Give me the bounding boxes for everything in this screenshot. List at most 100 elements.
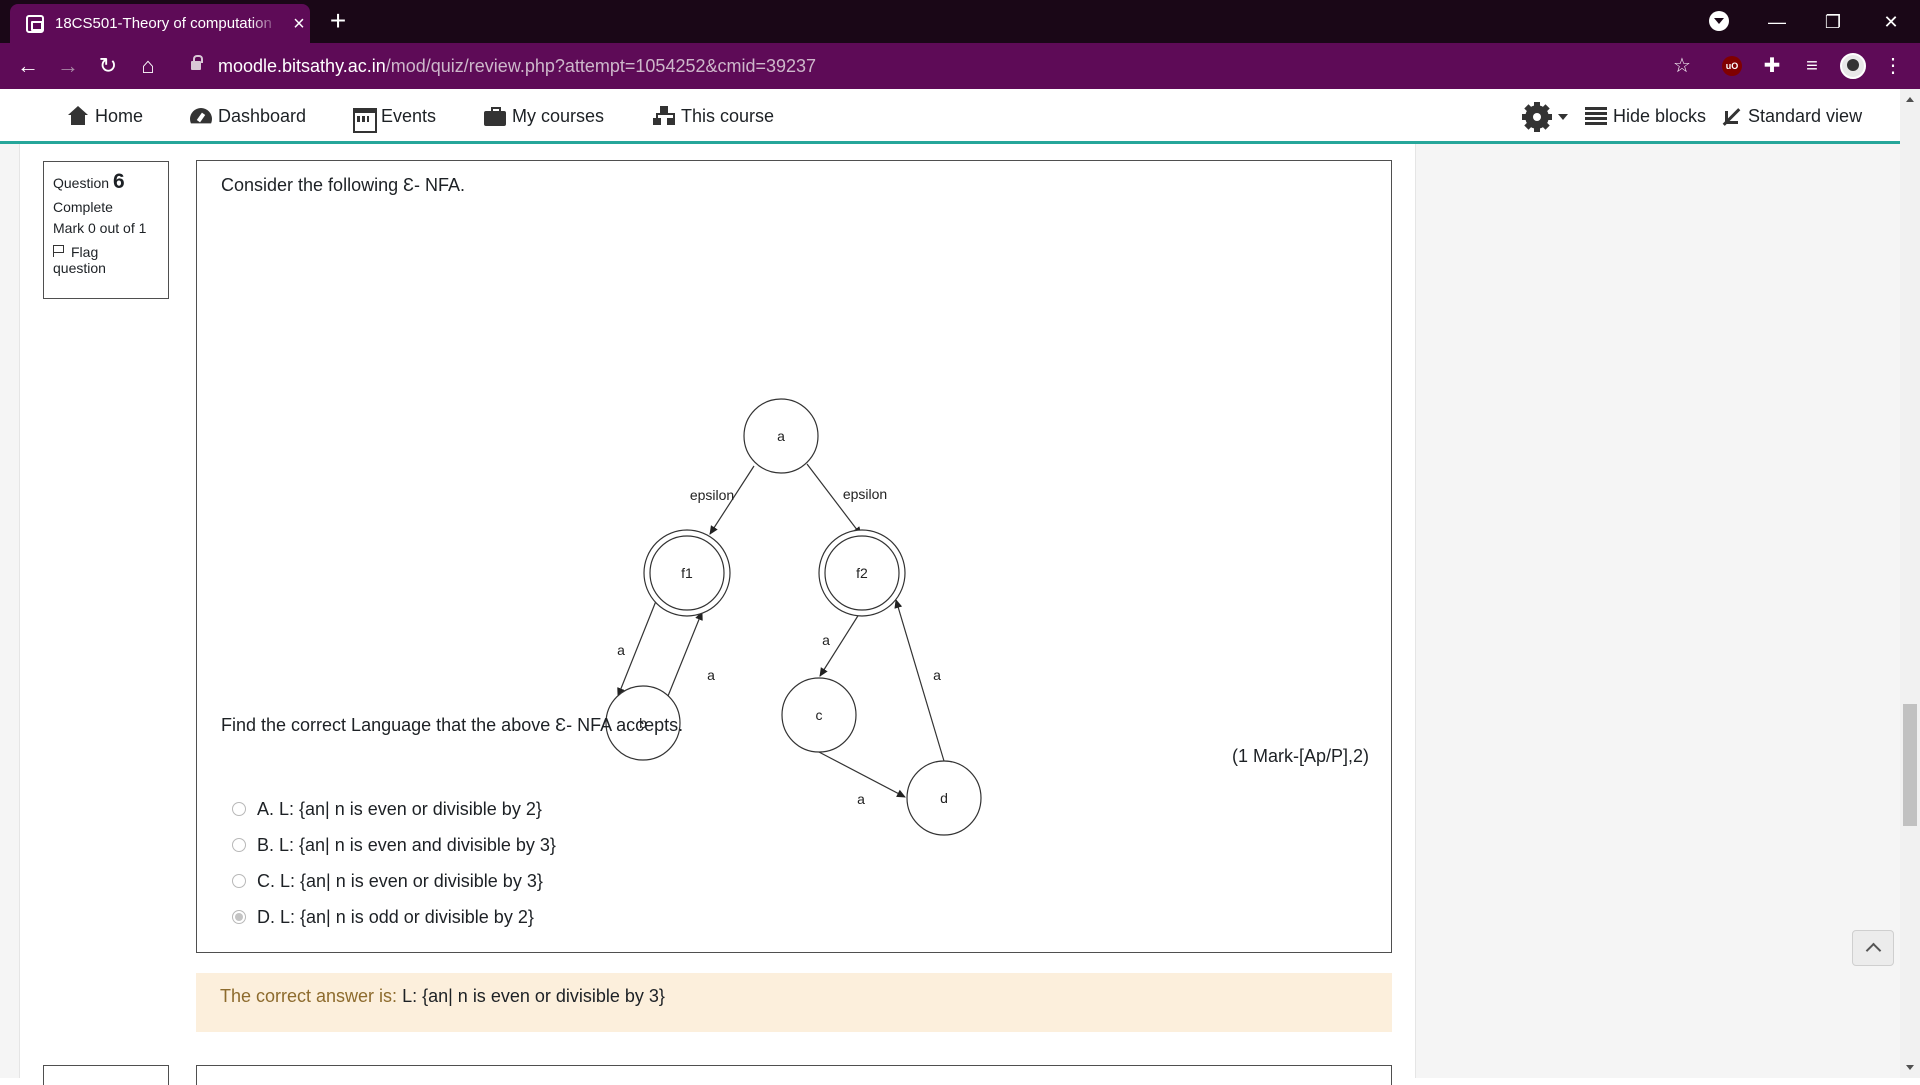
ublock-extension-icon[interactable]: uO <box>1722 56 1742 76</box>
home-browser-icon[interactable]: ⌂ <box>132 51 164 81</box>
edge-b-f1 <box>667 611 703 697</box>
browser-tabstrip: 18CS501-Theory of computation × + — ❐ ✕ <box>0 0 1920 43</box>
nav-this-course[interactable]: This course <box>653 103 774 129</box>
minimize-icon[interactable]: — <box>1755 4 1799 40</box>
new-tab-button[interactable]: + <box>323 6 353 36</box>
question-content-box: Consider the following Ɛ- NFA. a f1 f2 b… <box>196 160 1392 953</box>
question-number: Question 6 <box>53 170 168 194</box>
standard-view-button[interactable]: Standard view <box>1720 103 1862 129</box>
state-label-d: d <box>940 790 948 806</box>
radio-option-d[interactable] <box>232 910 246 924</box>
settings-caret-icon[interactable] <box>1558 114 1568 120</box>
edge-label-a-f1: epsilon <box>690 487 734 503</box>
edge-label-d-f2: a <box>933 667 941 683</box>
dashboard-icon <box>190 106 212 126</box>
page-scrollbar[interactable] <box>1900 89 1920 1078</box>
browser-menu-icon[interactable]: ⋮ <box>1878 51 1908 81</box>
profile-avatar[interactable] <box>1840 53 1866 79</box>
media-queue-icon[interactable]: ≡ <box>1797 51 1827 81</box>
url-path: /mod/quiz/review.php?attempt=1054252&cmi… <box>385 56 817 76</box>
scroll-up-icon[interactable] <box>1906 97 1914 102</box>
feedback-label: The correct answer is: <box>220 986 398 1006</box>
back-arrow-icon[interactable]: ← <box>12 51 44 81</box>
feedback-answer: L: {an| n is even or divisible by 3} <box>402 986 665 1006</box>
list-icon <box>1585 106 1607 126</box>
flag-label-line2: question <box>53 260 106 276</box>
state-label-f1: f1 <box>681 565 693 581</box>
mark-reference: (1 Mark-[Ap/P],2) <box>1231 746 1369 766</box>
next-question-content-box <box>196 1065 1392 1085</box>
extensions-puzzle-icon[interactable]: ✚ <box>1757 51 1787 81</box>
question-prompt: Find the correct Language that the above… <box>221 715 684 735</box>
answer-option-d[interactable]: D. L: {an| n is odd or divisible by 2} <box>232 899 556 935</box>
url-host: moodle.bitsathy.ac.in <box>218 56 386 76</box>
edge-label-f2-c: a <box>822 632 830 648</box>
radio-option-b[interactable] <box>232 838 246 852</box>
answer-option-a[interactable]: A. L: {an| n is even or divisible by 2} <box>232 791 556 827</box>
forward-arrow-icon[interactable]: → <box>52 51 84 81</box>
question-number-value: 6 <box>112 170 125 193</box>
state-label-f2: f2 <box>856 565 868 581</box>
question-info-box: Question 6 Complete Mark 0 out of 1 Flag… <box>43 161 169 299</box>
edge-label-f1-b: a <box>617 642 625 658</box>
tab-search-icon[interactable] <box>1709 11 1729 31</box>
nav-home-label: Home <box>95 105 144 126</box>
hide-blocks-button[interactable]: Hide blocks <box>1585 103 1706 129</box>
option-c-label: C. L: {an| n is even or divisible by 3} <box>257 870 543 891</box>
tab-title: 18CS501-Theory of computation <box>55 15 272 32</box>
calendar-icon <box>353 106 377 133</box>
edge-label-c-d: a <box>857 791 865 807</box>
scroll-down-icon[interactable] <box>1906 1065 1914 1070</box>
home-icon <box>67 106 89 126</box>
window-close-icon[interactable]: ✕ <box>1869 4 1913 40</box>
scroll-thumb[interactable] <box>1903 704 1917 826</box>
question-mark: Mark 0 out of 1 <box>53 220 147 236</box>
flag-question-link[interactable]: Flag question <box>53 244 168 276</box>
lock-icon[interactable] <box>191 55 203 72</box>
browser-toolbar: ← → ↻ ⌂ moodle.bitsathy.ac.in/mod/quiz/r… <box>0 43 1920 89</box>
back-to-top-button[interactable] <box>1852 930 1894 966</box>
next-question-info-box <box>43 1065 169 1085</box>
nav-home[interactable]: Home <box>67 103 143 129</box>
compress-icon <box>1720 106 1742 126</box>
nav-my-courses[interactable]: My courses <box>484 103 604 129</box>
sitemap-icon <box>653 106 675 126</box>
nfa-diagram: a f1 f2 b c d epsilon epsilon a a a a a <box>605 398 982 836</box>
briefcase-icon <box>484 106 506 126</box>
reload-icon[interactable]: ↻ <box>92 51 124 81</box>
answer-option-b[interactable]: B. L: {an| n is even and divisible by 3} <box>232 827 556 863</box>
state-label-a: a <box>777 428 785 444</box>
state-label-c: c <box>816 707 823 723</box>
bookmark-star-icon[interactable]: ☆ <box>1667 51 1697 81</box>
moodle-navbar: Home Dashboard Events My courses This co… <box>0 89 1900 144</box>
browser-tab[interactable]: 18CS501-Theory of computation × <box>10 4 310 43</box>
question-label: Question <box>53 175 110 191</box>
settings-gear-icon[interactable] <box>1522 102 1552 132</box>
right-blocks-area <box>1415 144 1900 1078</box>
question-intro: Consider the following Ɛ- NFA. <box>221 175 465 195</box>
tab-title-fade <box>250 12 280 38</box>
option-d-label: D. L: {an| n is odd or divisible by 2} <box>257 906 534 927</box>
option-b-label: B. L: {an| n is even and divisible by 3} <box>257 834 556 855</box>
nav-dashboard-label: Dashboard <box>218 105 307 126</box>
correct-answer-feedback: The correct answer is: L: {an| n is even… <box>196 973 1392 1032</box>
radio-option-a[interactable] <box>232 802 246 816</box>
tab-close-icon[interactable]: × <box>288 13 310 35</box>
nav-my-courses-label: My courses <box>512 105 605 126</box>
hide-blocks-label: Hide blocks <box>1613 105 1707 126</box>
radio-option-c[interactable] <box>232 874 246 888</box>
nav-dashboard[interactable]: Dashboard <box>190 103 306 129</box>
flag-icon <box>53 245 65 257</box>
nav-this-course-label: This course <box>681 105 775 126</box>
option-a-label: A. L: {an| n is even or divisible by 2} <box>257 798 542 819</box>
answer-options: A. L: {an| n is even or divisible by 2} … <box>232 791 556 935</box>
moodle-favicon-icon <box>26 15 44 33</box>
gear-body <box>1526 106 1548 128</box>
answer-option-c[interactable]: C. L: {an| n is even or divisible by 3} <box>232 863 556 899</box>
nav-events[interactable]: Events <box>353 103 436 133</box>
page-left-gutter <box>0 144 20 1078</box>
edge-label-a-f2: epsilon <box>843 486 887 502</box>
question-state: Complete <box>53 199 113 215</box>
address-bar[interactable]: moodle.bitsathy.ac.in/mod/quiz/review.ph… <box>218 55 816 77</box>
restore-icon[interactable]: ❐ <box>1811 4 1855 40</box>
